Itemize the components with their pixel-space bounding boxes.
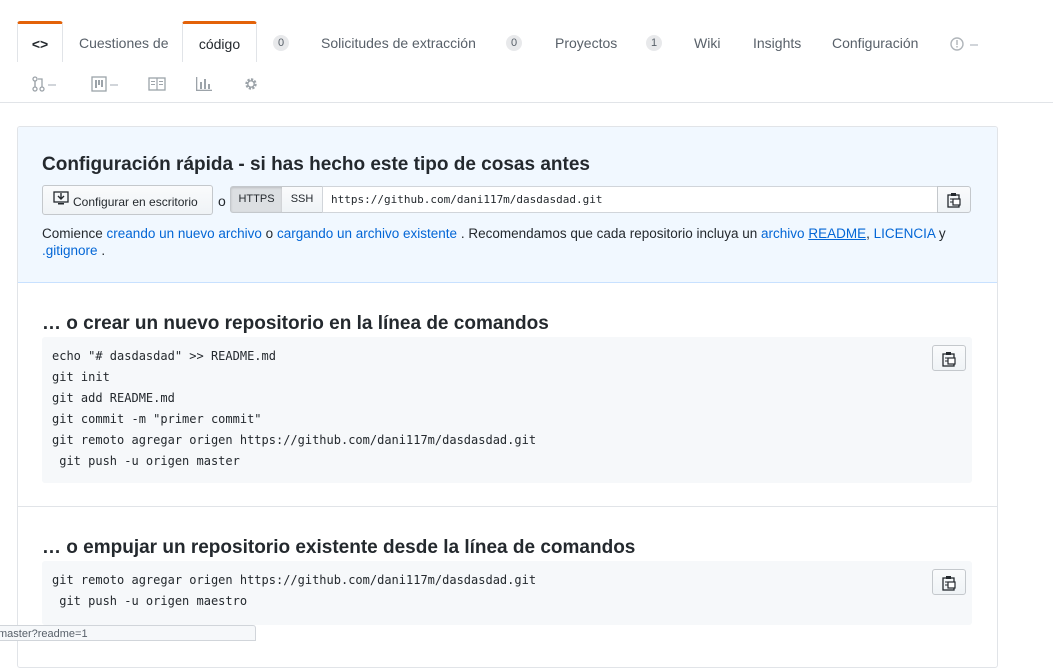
clipboard-icon xyxy=(947,193,961,208)
desc-text: Comience xyxy=(42,226,103,241)
tab-pull-requests[interactable]: Solicitudes de extracción xyxy=(321,21,476,61)
desc-text: y xyxy=(938,226,946,241)
desc-text: . Recomendamos que cada repositorio incl… xyxy=(460,226,758,241)
project-icon[interactable] xyxy=(91,76,121,95)
or-text: o xyxy=(218,193,226,209)
tab-projects[interactable]: Proyectos xyxy=(555,21,617,61)
tab-codigo-label: código xyxy=(198,36,241,52)
setup-desktop-button[interactable]: Configurar en escritorio xyxy=(42,185,213,215)
push-repo-code: git remoto agregar origen https://github… xyxy=(42,561,972,625)
empty-repo-box: Configuración rápida - si has hecho este… xyxy=(17,126,998,668)
gitignore-link[interactable]: .gitignore xyxy=(42,243,98,258)
graph-icon[interactable] xyxy=(195,76,213,95)
quick-setup-description: Comience creando un nuevo archivo o carg… xyxy=(42,225,972,259)
new-repo-section: … o crear un nuevo repositorio en la lín… xyxy=(18,283,997,507)
pulls-counter: 0 xyxy=(506,35,522,51)
clipboard-icon xyxy=(942,576,956,591)
code-icon: <> xyxy=(31,36,49,52)
archivo-link[interactable]: archivo xyxy=(761,226,805,241)
push-repo-title: … o empujar un repositorio existente des… xyxy=(42,537,636,558)
repo-nav: <> Cuestiones de código 0 Solicitudes de… xyxy=(0,0,1053,103)
tab-issues-label: Cuestiones de xyxy=(79,35,169,51)
setup-desktop-label: Configurar en escritorio xyxy=(73,195,198,209)
copy-new-repo-button[interactable] xyxy=(932,345,966,371)
desc-text: . xyxy=(101,243,106,258)
clone-url-input[interactable]: https://github.com/dani117m/dasdasdad.gi… xyxy=(322,186,938,213)
tab-pulls-label: Solicitudes de extracción xyxy=(321,35,476,51)
clipboard-icon xyxy=(942,352,956,367)
tab-settings-label: Configuración xyxy=(832,35,919,51)
tab-settings[interactable]: Configuración xyxy=(832,21,918,61)
desc-text: , xyxy=(866,226,870,241)
push-repo-section: … o empujar un repositorio existente des… xyxy=(18,507,997,667)
pull-request-icon[interactable] xyxy=(31,76,61,95)
new-repo-code: echo "# dasdasdad" >> README.md git init… xyxy=(42,337,972,483)
projects-counter: 1 xyxy=(646,35,662,51)
license-link[interactable]: LICENCIA xyxy=(874,226,936,241)
https-toggle[interactable]: HTTPS xyxy=(230,186,283,213)
quick-setup: Configuración rápida - si has hecho este… xyxy=(18,127,997,283)
ssh-toggle[interactable]: SSH xyxy=(282,186,323,213)
tab-codigo[interactable]: código xyxy=(182,21,257,62)
tab-issues[interactable]: Cuestiones de xyxy=(79,21,169,61)
copy-url-button[interactable] xyxy=(937,186,971,213)
gear-icon[interactable] xyxy=(243,76,259,95)
tab-wiki-label: Wiki xyxy=(694,35,721,51)
tab-insights[interactable]: Insights xyxy=(753,21,801,61)
desktop-download-icon xyxy=(53,190,69,209)
copy-push-repo-button[interactable] xyxy=(932,569,966,595)
book-icon[interactable] xyxy=(148,76,166,95)
new-file-link[interactable]: creando un nuevo archivo xyxy=(107,226,262,241)
tab-code[interactable]: <> xyxy=(17,21,63,62)
tab-insights-label: Insights xyxy=(753,35,802,51)
readme-link[interactable]: README xyxy=(808,226,866,241)
tab-wiki[interactable]: Wiki xyxy=(694,21,720,61)
upload-file-link[interactable]: cargando un archivo existente xyxy=(277,226,457,241)
issues-counter: 0 xyxy=(273,35,289,51)
tab-projects-label: Proyectos xyxy=(555,35,618,51)
new-repo-title: … o crear un nuevo repositorio en la lín… xyxy=(42,313,549,334)
alert-icon[interactable] xyxy=(950,36,980,57)
desc-text: o xyxy=(265,226,274,241)
quick-setup-title: Configuración rápida - si has hecho este… xyxy=(42,154,590,175)
